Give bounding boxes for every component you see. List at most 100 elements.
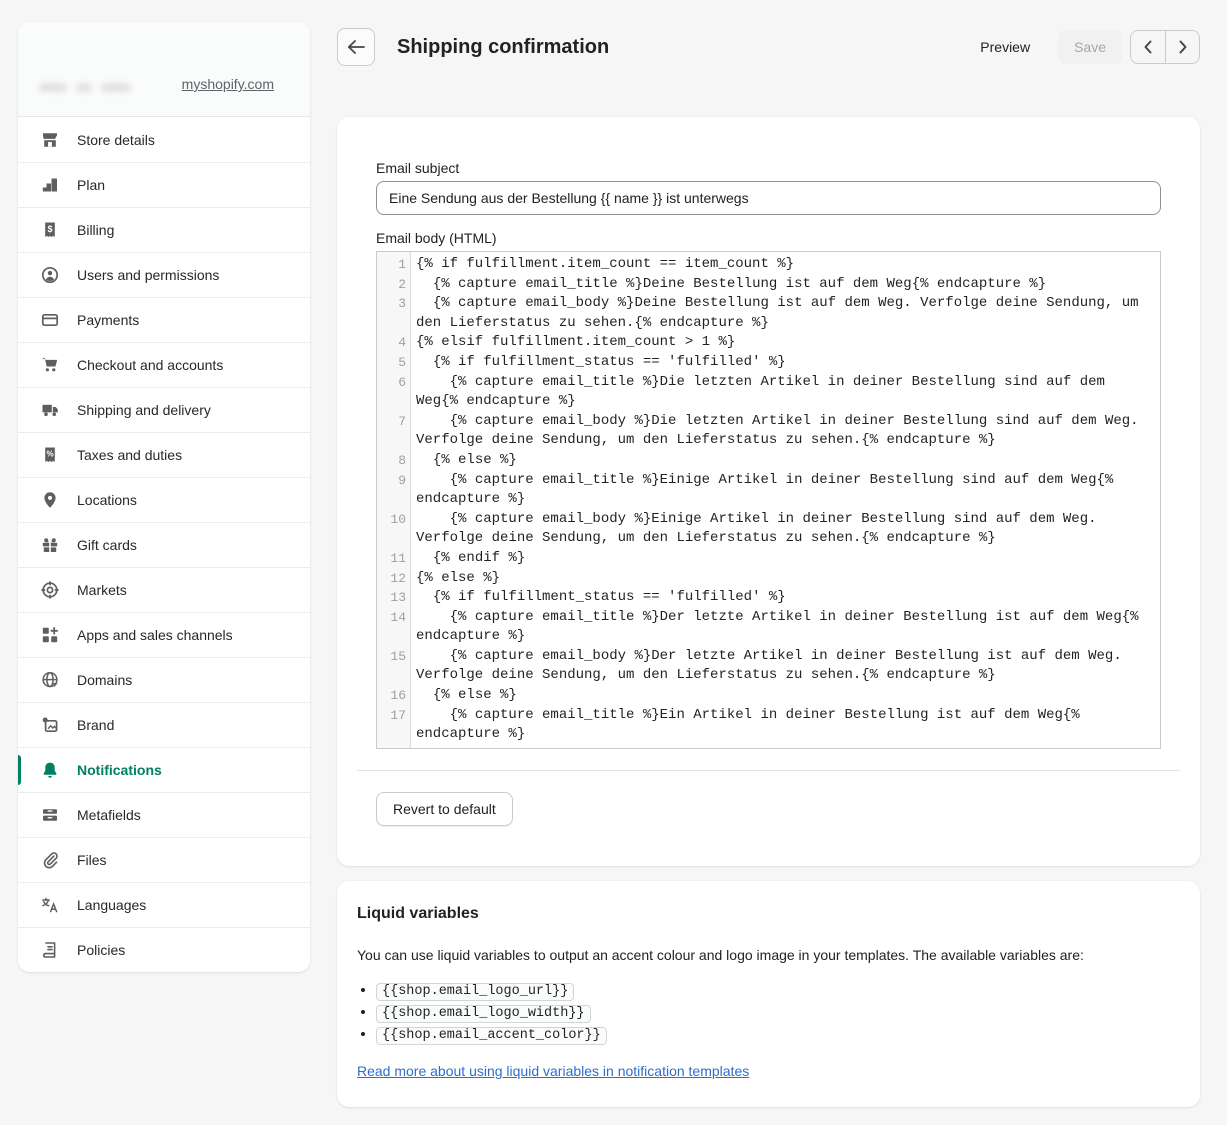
code-line: 9 {% capture email_title %}Einige Artike… [377,471,1160,510]
line-number: 16 [377,686,411,706]
code-line-text[interactable]: {% capture email_body %}Deine Bestellung… [411,294,1160,333]
email-template-card: Email subject Email body (HTML) 1 {% if … [337,117,1200,866]
save-button[interactable]: Save [1058,30,1122,64]
previous-template-button[interactable] [1131,31,1165,63]
code-line-text[interactable]: {% if fulfillment_status == 'fulfilled' … [411,353,1160,373]
sidebar-item-label: Plan [77,177,105,193]
files-icon [40,850,60,870]
code-line-text[interactable]: {% if fulfillment.item_count == item_cou… [411,255,1160,275]
languages-icon [40,895,60,915]
settings-nav: Store details Plan $ Billing Users and p… [18,117,310,972]
chevron-left-icon [1143,40,1153,54]
sidebar-item-label: Languages [77,897,146,913]
line-number: 4 [377,333,411,353]
sidebar-item-domains[interactable]: Domains [18,657,310,702]
liquid-variables-description: You can use liquid variables to output a… [357,947,1180,964]
code-line-text[interactable]: {% capture email_body %}Die letzten Arti… [411,412,1160,451]
sidebar-item-checkout-and-accounts[interactable]: Checkout and accounts [18,342,310,387]
code-line-text[interactable]: {% else %} [411,686,1160,706]
sidebar-item-label: Notifications [77,762,162,778]
store-name-redacted [39,83,131,92]
code-line: 17 {% capture email_title %}Ein Artikel … [377,706,1160,745]
liquid-variable-item: {{shop.email_accent_color}} [376,1026,1180,1043]
sidebar-item-label: Brand [77,717,114,733]
back-arrow-icon [347,39,365,55]
code-line-text[interactable]: {% capture email_body %}Der letzte Artik… [411,647,1160,686]
sidebar-item-languages[interactable]: Languages [18,882,310,927]
sidebar-item-shipping-and-delivery[interactable]: Shipping and delivery [18,387,310,432]
code-line: 1 {% if fulfillment.item_count == item_c… [377,255,1160,275]
line-number: 8 [377,451,411,471]
code-line-text[interactable]: {% capture email_title %}Die letzten Art… [411,373,1160,412]
sidebar-item-label: Apps and sales channels [77,627,233,643]
sidebar-item-label: Checkout and accounts [77,357,223,373]
sidebar-item-label: Shipping and delivery [77,402,211,418]
liquid-variable-code: {{shop.email_logo_url}} [376,983,574,1001]
taxes-icon: % [40,445,60,465]
store-domain-link[interactable]: myshopify.com [182,76,274,92]
sidebar-item-plan[interactable]: Plan [18,162,310,207]
code-line-text[interactable]: {% else %} [411,451,1160,471]
sidebar-item-store-details[interactable]: Store details [18,117,310,162]
store-icon [40,130,60,150]
line-number: 5 [377,353,411,373]
code-line-text[interactable]: {% endif %} [411,549,1160,569]
chevron-right-icon [1178,40,1188,54]
code-line-text[interactable]: {% capture email_title %}Einige Artikel … [411,471,1160,510]
revert-to-default-button[interactable]: Revert to default [376,792,513,826]
sidebar-item-brand[interactable]: Brand [18,702,310,747]
sidebar-item-users-and-permissions[interactable]: Users and permissions [18,252,310,297]
code-line-text[interactable]: {% capture email_title %}Deine Bestellun… [411,275,1160,295]
sidebar-item-label: Domains [77,672,132,688]
email-body-label: Email body (HTML) [376,229,1161,247]
line-number: 14 [377,608,411,647]
code-line-text[interactable]: {% elsif fulfillment.item_count > 1 %} [411,333,1160,353]
liquid-variables-docs-link[interactable]: Read more about using liquid variables i… [357,1063,749,1079]
code-line: 10 {% capture email_body %}Einige Artike… [377,510,1160,549]
page-title: Shipping confirmation [397,36,609,59]
code-line: 3 {% capture email_body %}Deine Bestellu… [377,294,1160,333]
sidebar-item-files[interactable]: Files [18,837,310,882]
sidebar-item-gift-cards[interactable]: Gift cards [18,522,310,567]
email-subject-input[interactable] [376,181,1161,215]
code-line-text[interactable]: {% capture email_title %}Ein Artikel in … [411,706,1160,745]
plan-icon [40,175,60,195]
svg-text:%: % [46,450,53,459]
code-line-text[interactable]: {% if fulfillment_status == 'fulfilled' … [411,588,1160,608]
liquid-variables-card: Liquid variables You can use liquid vari… [337,881,1200,1107]
sidebar-item-apps-and-sales-channels[interactable]: Apps and sales channels [18,612,310,657]
code-line-text[interactable]: {% capture email_title %}Der letzte Arti… [411,608,1160,647]
sidebar-item-label: Metafields [77,807,141,823]
sidebar-item-label: Payments [77,312,139,328]
sidebar-item-locations[interactable]: Locations [18,477,310,522]
back-button[interactable] [337,28,375,66]
settings-sidebar: myshopify.com Store details Plan $ Billi… [18,22,310,972]
main-content: Shipping confirmation Preview Save Email… [337,28,1200,1107]
line-number: 3 [377,294,411,333]
code-line-text[interactable]: {% capture email_body %}Einige Artikel i… [411,510,1160,549]
sidebar-item-metafields[interactable]: Metafields [18,792,310,837]
preview-button[interactable]: Preview [968,31,1042,63]
code-line: 14 {% capture email_title %}Der letzte A… [377,608,1160,647]
sidebar-item-label: Markets [77,582,127,598]
sidebar-item-billing[interactable]: $ Billing [18,207,310,252]
code-line: 15 {% capture email_body %}Der letzte Ar… [377,647,1160,686]
line-number: 10 [377,510,411,549]
sidebar-item-policies[interactable]: Policies [18,927,310,972]
next-template-button[interactable] [1165,31,1199,63]
email-body-code-editor[interactable]: 1 {% if fulfillment.item_count == item_c… [376,251,1161,749]
liquid-variable-item: {{shop.email_logo_width}} [376,1004,1180,1021]
sidebar-item-taxes-and-duties[interactable]: % Taxes and duties [18,432,310,477]
sidebar-item-markets[interactable]: Markets [18,567,310,612]
page-header: Shipping confirmation Preview Save [337,28,1200,66]
line-number: 12 [377,569,411,589]
code-line-text[interactable]: {% else %} [411,569,1160,589]
line-number: 15 [377,647,411,686]
sidebar-item-label: Users and permissions [77,267,219,283]
line-number: 13 [377,588,411,608]
code-line: 16 {% else %} [377,686,1160,706]
line-number: 1 [377,255,411,275]
sidebar-item-notifications[interactable]: Notifications [18,747,310,792]
sidebar-item-payments[interactable]: Payments [18,297,310,342]
sidebar-item-label: Policies [77,942,125,958]
